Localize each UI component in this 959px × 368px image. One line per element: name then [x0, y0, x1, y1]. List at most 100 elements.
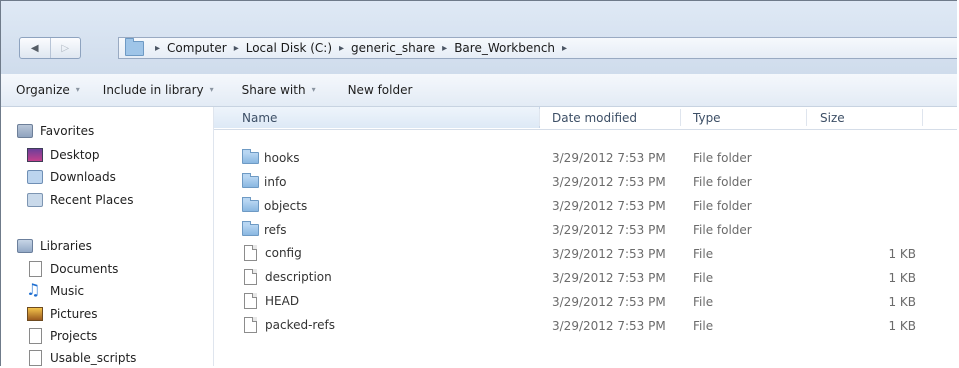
- file-name-cell: HEAD: [242, 293, 299, 309]
- new-folder-button[interactable]: New folder: [348, 83, 413, 97]
- breadcrumb-computer[interactable]: Computer: [167, 41, 227, 55]
- folder-icon: [242, 173, 259, 188]
- breadcrumb[interactable]: ▸ Computer ▸ Local Disk (C:) ▸ generic_s…: [118, 37, 957, 59]
- table-row[interactable]: hooks 3/29/2012 7:53 PM File folder: [214, 147, 957, 170]
- breadcrumb-bare-workbench[interactable]: Bare_Workbench: [454, 41, 555, 55]
- breadcrumb-separator-icon[interactable]: ▸: [234, 43, 239, 54]
- nav-item-music[interactable]: Music: [26, 280, 84, 301]
- date-modified-cell: 3/29/2012 7:53 PM: [552, 223, 666, 237]
- column-header-name[interactable]: Name: [242, 111, 277, 125]
- command-toolbar: Organize ▾ Include in library ▾ Share with…: [1, 74, 957, 107]
- column-header-type[interactable]: Type: [693, 111, 721, 125]
- type-cell: File: [693, 247, 714, 261]
- nav-item-downloads[interactable]: Downloads: [27, 167, 116, 187]
- scripts-icon: [29, 350, 42, 366]
- folder-icon: [242, 149, 259, 164]
- organize-menu[interactable]: Organize ▾: [16, 83, 80, 97]
- date-modified-cell: 3/29/2012 7:53 PM: [552, 295, 666, 309]
- type-cell: File folder: [693, 223, 752, 237]
- chevron-down-icon: ▾: [311, 85, 316, 94]
- date-modified-cell: 3/29/2012 7:53 PM: [552, 175, 666, 189]
- forward-arrow-icon: ▷: [61, 42, 70, 54]
- column-divider[interactable]: [539, 109, 540, 126]
- file-name-cell: refs: [242, 221, 287, 237]
- breadcrumb-separator-icon[interactable]: ▸: [442, 43, 447, 54]
- nav-favorites[interactable]: Favorites: [17, 121, 94, 141]
- share-with-menu[interactable]: Share with ▾: [242, 83, 316, 97]
- column-header-date-modified[interactable]: Date modified: [552, 111, 637, 125]
- table-row[interactable]: refs 3/29/2012 7:53 PM File folder: [214, 219, 957, 242]
- breadcrumb-local-disk[interactable]: Local Disk (C:): [246, 41, 332, 55]
- file-name: packed-refs: [265, 318, 335, 332]
- favorites-star-icon: [17, 124, 33, 138]
- organize-label: Organize: [16, 83, 70, 97]
- breadcrumb-separator-icon[interactable]: ▸: [155, 43, 160, 54]
- file-name: objects: [264, 199, 308, 213]
- column-divider[interactable]: [922, 109, 923, 126]
- size-cell: 1 KB: [888, 295, 916, 309]
- nav-item-documents[interactable]: Documents: [27, 259, 118, 279]
- file-name: hooks: [264, 151, 300, 165]
- nav-item-projects[interactable]: Projects: [27, 326, 97, 346]
- breadcrumb-separator-icon[interactable]: ▸: [339, 43, 344, 54]
- chevron-down-icon: ▾: [209, 85, 214, 94]
- nav-item-label: Recent Places: [50, 193, 134, 207]
- nav-libraries[interactable]: Libraries: [17, 236, 92, 256]
- file-name-cell: hooks: [242, 149, 300, 165]
- breadcrumb-separator-icon[interactable]: ▸: [562, 43, 567, 54]
- date-modified-cell: 3/29/2012 7:53 PM: [552, 151, 666, 165]
- music-icon: [26, 280, 41, 299]
- date-modified-cell: 3/29/2012 7:53 PM: [552, 319, 666, 333]
- nav-item-pictures[interactable]: Pictures: [27, 304, 98, 324]
- type-cell: File: [693, 271, 714, 285]
- nav-item-desktop[interactable]: Desktop: [27, 145, 100, 165]
- folder-icon: [242, 221, 259, 236]
- table-row[interactable]: description 3/29/2012 7:53 PM File 1 KB: [214, 267, 957, 290]
- column-header-row: Name Date modified Type Size: [214, 107, 957, 130]
- type-cell: File folder: [693, 199, 752, 213]
- desktop-icon: [27, 148, 43, 162]
- include-in-library-menu[interactable]: Include in library ▾: [103, 83, 214, 97]
- file-icon: [244, 269, 257, 285]
- nav-item-label: Pictures: [50, 307, 98, 321]
- type-cell: File: [693, 295, 714, 309]
- table-row[interactable]: objects 3/29/2012 7:53 PM File folder: [214, 195, 957, 218]
- address-bar-area: ◀ ▷ ▸ Computer ▸ Local Disk (C:) ▸ gener…: [1, 1, 957, 75]
- date-modified-cell: 3/29/2012 7:53 PM: [552, 247, 666, 261]
- nav-item-usable-scripts[interactable]: Usable_scripts: [27, 348, 136, 366]
- file-name-cell: objects: [242, 197, 308, 213]
- size-cell: 1 KB: [888, 247, 916, 261]
- documents-icon: [29, 261, 42, 277]
- forward-button[interactable]: ▷: [49, 38, 81, 58]
- nav-item-label: Projects: [50, 329, 98, 343]
- date-modified-cell: 3/29/2012 7:53 PM: [552, 271, 666, 285]
- nav-favorites-label: Favorites: [40, 124, 95, 138]
- new-folder-label: New folder: [347, 83, 413, 97]
- recent-places-icon: [27, 193, 43, 207]
- file-name-cell: config: [242, 245, 302, 261]
- table-row[interactable]: HEAD 3/29/2012 7:53 PM File 1 KB: [214, 291, 957, 314]
- file-icon: [244, 245, 257, 261]
- file-icon: [244, 293, 257, 309]
- back-button[interactable]: ◀: [20, 38, 50, 58]
- table-row[interactable]: info 3/29/2012 7:53 PM File folder: [214, 171, 957, 194]
- type-cell: File folder: [693, 151, 752, 165]
- breadcrumb-generic-share[interactable]: generic_share: [351, 41, 435, 55]
- nav-item-label: Usable_scripts: [50, 351, 137, 365]
- column-divider[interactable]: [680, 109, 681, 126]
- file-name: HEAD: [265, 294, 300, 308]
- folder-icon: [125, 37, 144, 56]
- back-arrow-icon: ◀: [30, 42, 39, 54]
- file-name: description: [265, 270, 332, 284]
- nav-item-label: Desktop: [50, 148, 100, 162]
- size-cell: 1 KB: [888, 319, 916, 333]
- folder-icon: [242, 197, 259, 212]
- table-row[interactable]: config 3/29/2012 7:53 PM File 1 KB: [214, 243, 957, 266]
- file-name-cell: description: [242, 269, 332, 285]
- nav-item-recent-places[interactable]: Recent Places: [27, 190, 133, 210]
- column-divider[interactable]: [806, 109, 807, 126]
- table-row[interactable]: packed-refs 3/29/2012 7:53 PM File 1 KB: [214, 315, 957, 338]
- file-name: info: [264, 175, 287, 189]
- include-in-library-label: Include in library: [102, 83, 204, 97]
- column-header-size[interactable]: Size: [820, 111, 845, 125]
